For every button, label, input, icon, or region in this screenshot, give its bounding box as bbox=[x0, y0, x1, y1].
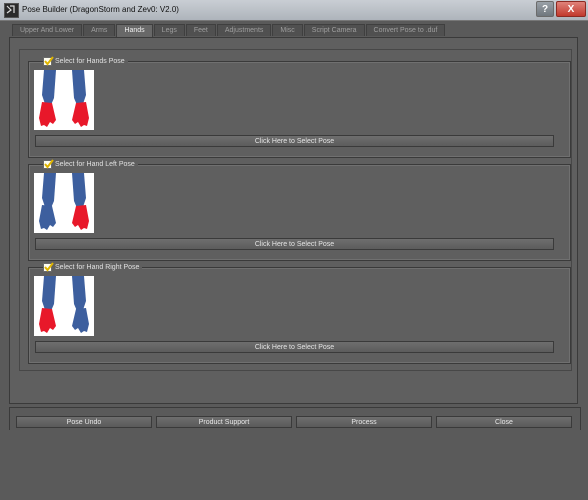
hand-left-select-pose-button[interactable]: Click Here to Select Pose bbox=[35, 238, 554, 250]
hand-left-pose-checkbox[interactable] bbox=[43, 159, 54, 169]
tab-hands[interactable]: Hands bbox=[116, 24, 153, 37]
window-title: Pose Builder (DragonStorm and Zev0: V2.0… bbox=[22, 5, 179, 14]
app-icon bbox=[4, 3, 19, 18]
hand-right-pose-thumbnail bbox=[34, 276, 94, 336]
hands-pose-checkbox-label: Select for Hands Pose bbox=[55, 58, 125, 65]
tab-arms[interactable]: Arms bbox=[83, 24, 116, 36]
help-button[interactable]: ? bbox=[536, 1, 554, 17]
hand-right-pose-checkbox-label: Select for Hand Right Pose bbox=[55, 264, 140, 271]
tab-legs[interactable]: Legs bbox=[153, 24, 185, 36]
tab-convert-pose[interactable]: Convert Pose to .duf bbox=[365, 24, 446, 36]
product-support-button[interactable]: Product Support bbox=[156, 416, 292, 428]
hand-right-pose-checkbox-row[interactable]: Select for Hand Right Pose bbox=[43, 262, 143, 272]
tab-upper-and-lower[interactable]: Upper And Lower bbox=[12, 24, 83, 36]
hands-pose-thumbnail bbox=[34, 70, 94, 130]
hand-left-pose-checkbox-label: Select for Hand Left Pose bbox=[55, 161, 135, 168]
hand-left-pose-group: Select for Hand Left Pose Click Here to … bbox=[28, 159, 571, 261]
close-button[interactable]: Close bbox=[436, 416, 572, 428]
hand-right-select-pose-button[interactable]: Click Here to Select Pose bbox=[35, 341, 554, 353]
hand-left-pose-checkbox-row[interactable]: Select for Hand Left Pose bbox=[43, 159, 138, 169]
hand-left-pose-thumbnail bbox=[34, 173, 94, 233]
tab-misc[interactable]: Misc bbox=[272, 24, 303, 36]
tab-adjustments[interactable]: Adjustments bbox=[216, 24, 272, 36]
hand-right-pose-group: Select for Hand Right Pose Click Here to… bbox=[28, 262, 571, 364]
hands-pose-checkbox-row[interactable]: Select for Hands Pose bbox=[43, 56, 128, 66]
tab-script-camera[interactable]: Script Camera bbox=[303, 24, 365, 36]
process-button[interactable]: Process bbox=[296, 416, 432, 428]
title-bar: Pose Builder (DragonStorm and Zev0: V2.0… bbox=[0, 0, 588, 21]
hand-right-pose-checkbox[interactable] bbox=[43, 262, 54, 272]
hands-select-pose-button[interactable]: Click Here to Select Pose bbox=[35, 135, 554, 147]
hands-pose-group: Select for Hands Pose Click Here to Sele… bbox=[28, 56, 571, 158]
tab-bar: Upper And Lower Arms Hands Legs Feet Adj… bbox=[12, 24, 446, 37]
tab-feet[interactable]: Feet bbox=[185, 24, 216, 36]
window-close-button[interactable]: X bbox=[556, 1, 586, 17]
pose-undo-button[interactable]: Pose Undo bbox=[16, 416, 152, 428]
hands-pose-checkbox[interactable] bbox=[43, 56, 54, 66]
